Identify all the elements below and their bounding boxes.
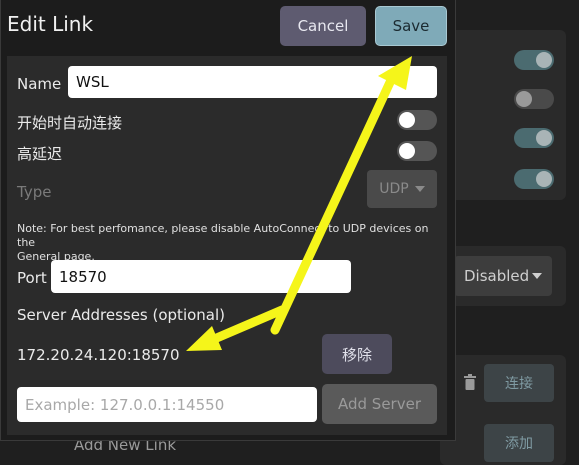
bg-select-value: Disabled [464,267,530,285]
bg-connect-button[interactable]: 连接 [484,364,554,402]
type-select: UDP [367,170,437,208]
type-value: UDP [379,181,409,197]
dialog-body: Name 开始时自动连接 高延迟 Type UDP Note: For best… [7,56,447,435]
dialog-title: Edit Link [7,12,94,36]
trash-icon[interactable] [463,374,477,394]
port-label: Port [17,269,47,287]
server-address-entry: 172.20.24.120:18570 [17,346,180,364]
bg-toggle-4[interactable] [514,169,554,189]
name-input[interactable] [68,66,437,98]
server-addresses-label: Server Addresses (optional) [17,306,226,324]
bg-autoconnect-select[interactable]: Disabled [454,256,552,296]
remove-server-button[interactable]: 移除 [322,334,392,374]
bg-add-button[interactable]: 添加 [484,424,554,462]
chevron-down-icon [414,186,425,192]
server-address-input[interactable] [17,387,317,422]
bg-toggle-3[interactable] [514,128,554,148]
note-line-1: Note: For best perfomance, please disabl… [17,222,429,249]
type-label: Type [17,183,52,201]
name-label: Name [17,75,62,93]
auto-connect-toggle[interactable] [397,110,437,130]
bg-toggle-2[interactable] [514,89,554,109]
edit-link-dialog: Edit Link Cancel Save Name 开始时自动连接 高延迟 T… [0,0,456,441]
bg-toggle-1[interactable] [514,50,554,70]
chevron-down-icon [532,273,542,279]
high-latency-label: 高延迟 [17,145,63,163]
udp-note: Note: For best perfomance, please disabl… [17,222,437,264]
auto-connect-label: 开始时自动连接 [17,114,123,132]
add-server-button[interactable]: Add Server [322,384,437,424]
high-latency-toggle[interactable] [397,141,437,161]
cancel-button[interactable]: Cancel [280,6,366,46]
save-button[interactable]: Save [375,6,447,46]
port-input[interactable] [51,260,351,293]
